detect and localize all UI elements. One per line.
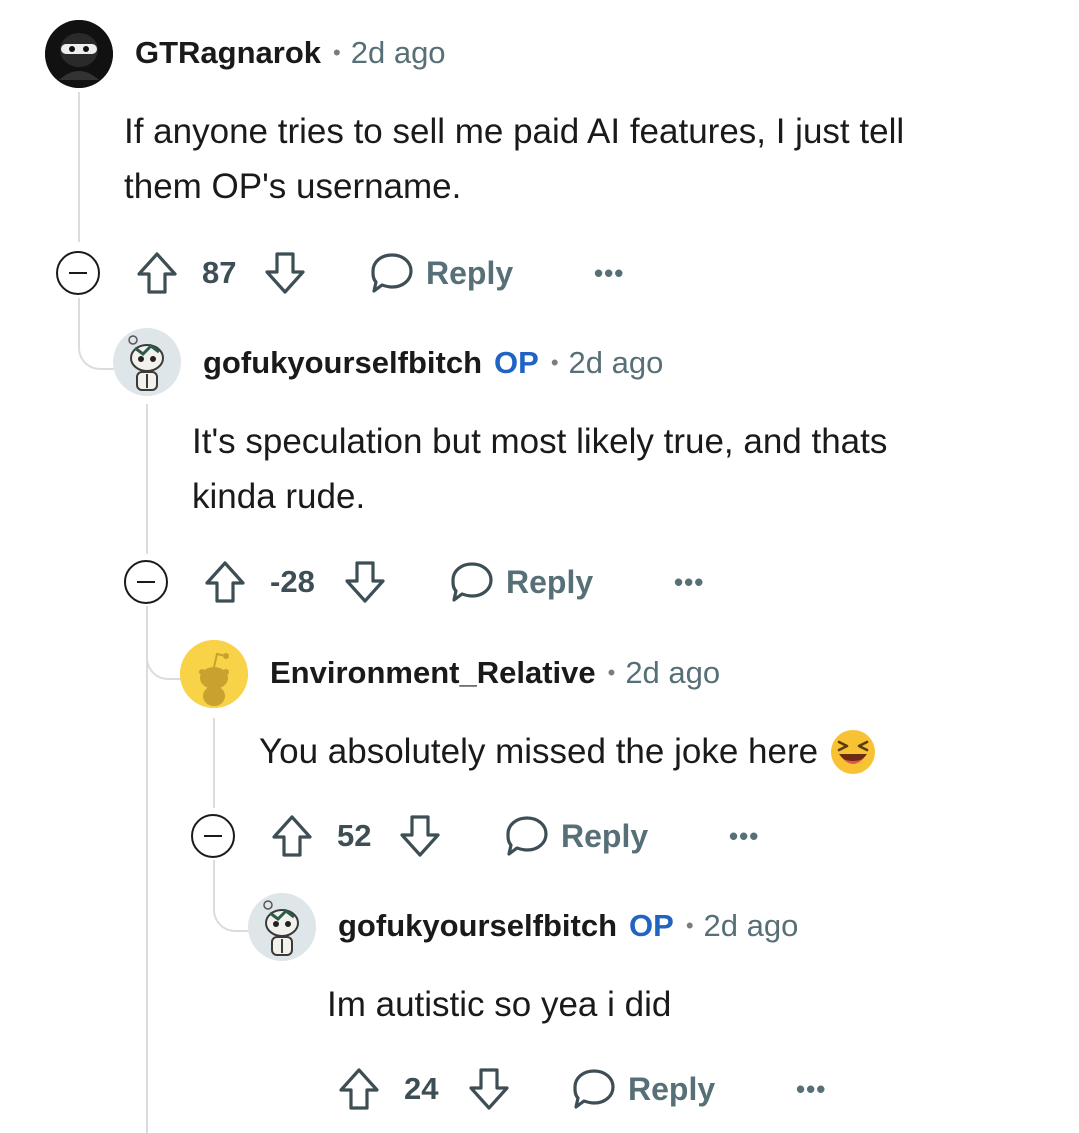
reply-label: Reply xyxy=(506,563,594,600)
speech-bubble-icon xyxy=(573,1069,615,1109)
vote-score: 52 xyxy=(337,818,372,853)
default-snoo-avatar-icon xyxy=(180,640,248,708)
comment-body-line: If anyone tries to sell me paid AI featu… xyxy=(124,112,905,151)
upvote-button[interactable] xyxy=(204,557,246,607)
reply-button[interactable]: Reply xyxy=(450,557,593,607)
username[interactable]: gofukyourselfbitch xyxy=(203,345,482,381)
vote-score: -28 xyxy=(270,564,315,599)
downvote-arrow-icon xyxy=(400,815,440,857)
comment-body-line: them OP's username. xyxy=(124,167,462,206)
downvote-button[interactable] xyxy=(264,248,306,298)
more-options-button[interactable]: ••• xyxy=(594,248,624,298)
comment-body: Im autistic so yea i did xyxy=(327,977,1067,1032)
comment-body-line: You absolutely missed the joke here xyxy=(259,732,819,771)
thread-line xyxy=(213,718,215,808)
more-options-button[interactable]: ••• xyxy=(796,1064,826,1114)
avatar[interactable] xyxy=(180,640,248,708)
comment-actions: -28 Reply ••• xyxy=(124,557,724,607)
reply-label: Reply xyxy=(426,254,514,291)
username[interactable]: GTRagnarok xyxy=(135,35,321,71)
thread-connector xyxy=(146,606,184,680)
comment-body: It's speculation but most likely true, a… xyxy=(192,414,1062,524)
upvote-button[interactable] xyxy=(338,1064,380,1114)
thread-line xyxy=(78,92,80,242)
thread-line xyxy=(146,610,148,1133)
snoo-custom-avatar-icon xyxy=(248,893,316,961)
downvote-button[interactable] xyxy=(468,1064,510,1114)
upvote-arrow-icon xyxy=(339,1068,379,1110)
downvote-button[interactable] xyxy=(344,557,386,607)
comment-body: You absolutely missed the joke here xyxy=(259,724,1069,779)
comment-body: If anyone tries to sell me paid AI featu… xyxy=(124,104,1064,214)
avatar[interactable] xyxy=(248,893,316,961)
comment-actions: 52 Reply ••• xyxy=(191,811,791,861)
vote-score: 24 xyxy=(404,1071,439,1106)
comment-meta: GTRagnarok • 2d ago xyxy=(135,33,446,73)
op-badge: OP xyxy=(494,345,539,380)
more-options-button[interactable]: ••• xyxy=(729,811,759,861)
comment-body-line: Im autistic so yea i did xyxy=(327,985,672,1024)
comment-body-line: It's speculation but most likely true, a… xyxy=(192,422,888,461)
thread-line xyxy=(146,404,148,554)
laughing-face-emoji xyxy=(831,729,876,774)
speech-bubble-icon xyxy=(506,816,548,856)
comment-meta: gofukyourselfbitch OP • 2d ago xyxy=(203,343,663,383)
collapse-button[interactable] xyxy=(191,811,235,861)
reply-button[interactable]: Reply xyxy=(572,1064,715,1114)
vote-score: 87 xyxy=(202,255,237,290)
reply-button[interactable]: Reply xyxy=(370,248,513,298)
thread-connector xyxy=(213,860,251,932)
comment-meta: gofukyourselfbitch OP • 2d ago xyxy=(338,906,798,946)
speech-bubble-icon xyxy=(451,562,493,602)
ninja-avatar-icon xyxy=(45,20,113,88)
speech-bubble-icon xyxy=(371,253,413,293)
collapse-button[interactable] xyxy=(56,248,100,298)
avatar[interactable] xyxy=(45,20,113,88)
downvote-arrow-icon xyxy=(345,561,385,603)
timestamp: 2d ago xyxy=(703,908,799,943)
op-badge: OP xyxy=(629,908,674,943)
reply-label: Reply xyxy=(628,1070,716,1107)
upvote-arrow-icon xyxy=(272,815,312,857)
upvote-button[interactable] xyxy=(271,811,313,861)
timestamp: 2d ago xyxy=(625,655,721,690)
comment-body-line: kinda rude. xyxy=(192,477,366,516)
reply-button[interactable]: Reply xyxy=(505,811,648,861)
upvote-button[interactable] xyxy=(136,248,178,298)
reply-label: Reply xyxy=(561,817,649,854)
upvote-arrow-icon xyxy=(137,252,177,294)
collapse-button[interactable] xyxy=(124,557,168,607)
separator-dot: • xyxy=(607,660,616,685)
snoo-custom-avatar-icon xyxy=(113,328,181,396)
more-options-button[interactable]: ••• xyxy=(674,557,704,607)
downvote-arrow-icon xyxy=(469,1068,509,1110)
comment-meta: Environment_Relative • 2d ago xyxy=(270,653,720,693)
username[interactable]: gofukyourselfbitch xyxy=(338,908,617,944)
username[interactable]: Environment_Relative xyxy=(270,655,596,691)
timestamp: 2d ago xyxy=(350,35,446,70)
downvote-button[interactable] xyxy=(399,811,441,861)
timestamp: 2d ago xyxy=(568,345,664,380)
separator-dot: • xyxy=(550,350,559,375)
upvote-arrow-icon xyxy=(205,561,245,603)
comment-actions: 24 Reply ••• xyxy=(338,1064,858,1114)
downvote-arrow-icon xyxy=(265,252,305,294)
separator-dot: • xyxy=(685,913,694,938)
separator-dot: • xyxy=(333,40,341,65)
comment-actions: 87 Reply ••• xyxy=(56,248,656,298)
avatar[interactable] xyxy=(113,328,181,396)
